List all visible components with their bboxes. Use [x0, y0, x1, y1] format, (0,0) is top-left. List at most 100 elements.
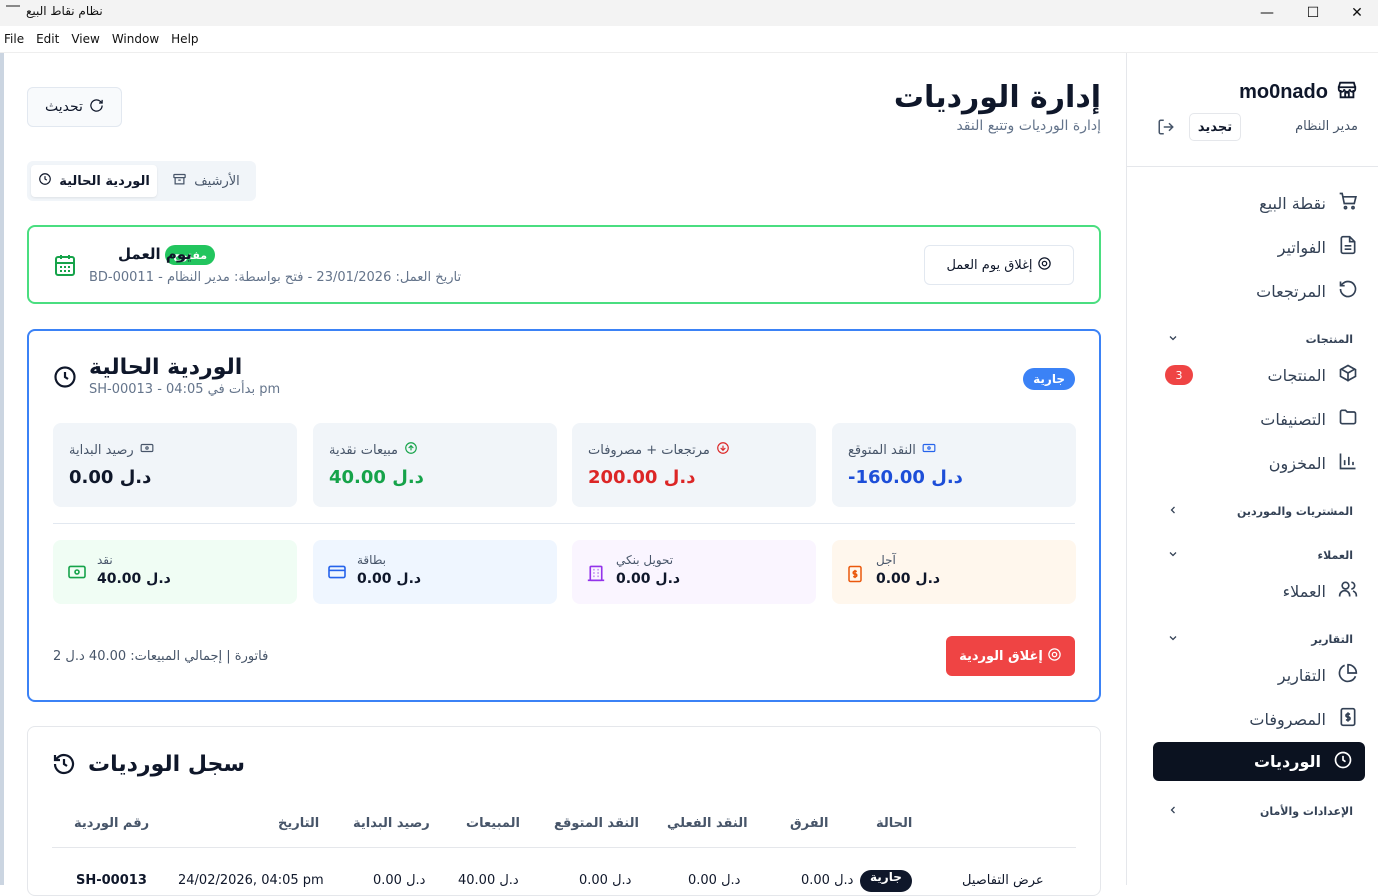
sidebar-item-pos[interactable]: نقطة البيع [1153, 185, 1358, 221]
workday-title: يوم العمل [118, 245, 192, 263]
sidebar-group-customers[interactable]: العملاء [1167, 545, 1353, 565]
sidebar-item-label: الورديات [1253, 752, 1321, 771]
dollar-icon [846, 564, 864, 588]
payment-cash: نقد 40.00 د.ل [53, 540, 297, 604]
current-shift-card: الوردية الحالية SH-00013 - بدأت في 04:05… [27, 329, 1101, 702]
sidebar-item-shifts[interactable]: الورديات [1153, 742, 1365, 781]
row-opening: 0.00 د.ل [373, 873, 426, 888]
col-actual[interactable]: النقد الفعلي [667, 816, 748, 831]
pie-chart-icon [1338, 663, 1358, 687]
col-opening[interactable]: رصيد البداية [353, 816, 430, 831]
sidebar-group-products[interactable]: المنتجات [1167, 329, 1353, 349]
shift-divider [53, 523, 1075, 524]
sidebar-group-settings[interactable]: الإعدادات والأمان [1167, 801, 1353, 821]
close-window-button[interactable]: ✕ [1334, 0, 1378, 26]
payment-deferred: آجل 0.00 د.ل [832, 540, 1076, 604]
view-details-link[interactable]: عرض التفاصيل [962, 873, 1044, 888]
sidebar-group-reports[interactable]: التقارير [1167, 629, 1353, 649]
sidebar-item-invoices[interactable]: الفواتير [1153, 229, 1358, 265]
group-label: التقارير [1311, 632, 1353, 646]
col-status[interactable]: الحالة [876, 816, 912, 831]
refresh-button[interactable]: تحديث [27, 87, 122, 127]
col-sales[interactable]: المبيعات [466, 816, 520, 831]
payment-bank-transfer: تحويل بنكي 0.00 د.ل [572, 540, 816, 604]
brand-name: mo0nado [1239, 80, 1328, 103]
renew-button[interactable]: تجديد [1189, 113, 1241, 141]
stat-value: 0.00 د.ل [69, 467, 152, 488]
arrow-up-circle-icon [404, 441, 418, 459]
logout-icon[interactable] [1157, 118, 1175, 140]
stat-label-row: مرتجعات + مصروفات [588, 441, 730, 459]
clock-icon [53, 365, 77, 393]
group-label: المنتجات [1305, 332, 1353, 346]
stat-label-row: رصيد البداية [69, 441, 154, 459]
tab-current-shift[interactable]: الوردية الحالية [31, 165, 157, 197]
payment-label: تحويل بنكي [616, 553, 674, 567]
group-label: الإعدادات والأمان [1259, 804, 1353, 818]
sidebar-item-label: المرتجعات [1256, 281, 1326, 301]
tab-label: الوردية الحالية [59, 173, 150, 189]
window-titlebar: نظام نقاط البيع — ☐ ✕ [0, 0, 1378, 26]
menu-window[interactable]: Window [112, 32, 159, 46]
tab-archive[interactable]: الأرشيف [161, 165, 251, 197]
maximize-button[interactable]: ☐ [1290, 0, 1336, 26]
stat-label: مرتجعات + مصروفات [588, 442, 710, 458]
store-icon [1336, 79, 1358, 105]
stat-returns-expenses: مرتجعات + مصروفات 200.00 د.ل [572, 423, 816, 507]
calendar-icon [53, 253, 77, 281]
payment-value: 0.00 د.ل [876, 571, 941, 587]
page-subtitle: إدارة الورديات وتتبع النقد [956, 118, 1101, 134]
stat-value: -160.00 د.ل [848, 467, 963, 488]
shift-log-title: سجل الورديات [88, 752, 245, 777]
menu-view[interactable]: View [71, 32, 99, 46]
group-label: العملاء [1317, 548, 1353, 562]
stat-cash-sales: مبيعات نقدية 40.00 د.ل [313, 423, 557, 507]
chevron-down-icon [1167, 632, 1179, 647]
user-role: مدير النظام [1295, 119, 1358, 134]
row-status-badge: جارية [860, 870, 912, 892]
credit-card-icon [327, 564, 347, 584]
sidebar-item-expenses[interactable]: المصروفات [1153, 701, 1358, 737]
close-shift-button[interactable]: إغلاق الوردية [946, 636, 1075, 676]
table-divider [52, 847, 1076, 848]
sidebar-item-categories[interactable]: التصنيفات [1153, 401, 1358, 437]
payment-label: آجل [876, 553, 896, 567]
page-title: إدارة الورديات [893, 80, 1101, 115]
cart-icon [1338, 191, 1358, 215]
shift-log-card: سجل الورديات رقم الوردية التاريخ رصيد ال… [27, 726, 1101, 896]
sidebar-item-products[interactable]: المنتجات [1153, 357, 1358, 393]
banknote-icon [922, 441, 936, 459]
col-expected[interactable]: النقد المتوقع [554, 816, 639, 831]
menu-help[interactable]: Help [171, 32, 198, 46]
file-icon [1338, 235, 1358, 259]
cash-icon [67, 564, 87, 584]
minimize-button[interactable]: — [1244, 0, 1290, 26]
col-shift-id[interactable]: رقم الوردية [74, 816, 149, 831]
row-difference: 0.00 د.ل [801, 873, 854, 888]
sidebar-item-reports[interactable]: التقارير [1153, 657, 1358, 693]
row-sales: 40.00 د.ل [458, 873, 519, 888]
window-title: نظام نقاط البيع [26, 4, 103, 18]
col-date[interactable]: التاريخ [278, 816, 319, 831]
arrow-down-circle-icon [716, 441, 730, 459]
menu-file[interactable]: File [4, 32, 24, 46]
folder-icon [1338, 407, 1358, 431]
users-icon [1338, 579, 1358, 603]
scrollbar[interactable] [0, 53, 4, 885]
sidebar-group-purchases[interactable]: المشتريات والموردين [1167, 501, 1353, 521]
brand: mo0nado [1239, 79, 1358, 105]
menu-edit[interactable]: Edit [36, 32, 59, 46]
sidebar-item-returns[interactable]: المرتجعات [1153, 273, 1358, 309]
stop-circle-icon [1037, 256, 1052, 275]
chevron-left-icon [1167, 804, 1179, 819]
col-difference[interactable]: الفرق [790, 816, 828, 831]
stat-label: رصيد البداية [69, 442, 134, 458]
close-workday-button[interactable]: إغلاق يوم العمل [924, 245, 1074, 285]
sidebar-item-label: العملاء [1282, 581, 1326, 601]
stat-label: النقد المتوقع [848, 442, 916, 458]
row-expected: 0.00 د.ل [579, 873, 632, 888]
clock-icon [1333, 750, 1353, 774]
row-actual: 0.00 د.ل [688, 873, 741, 888]
sidebar-item-customers[interactable]: العملاء [1153, 573, 1358, 609]
sidebar-item-inventory[interactable]: المخزون [1153, 445, 1358, 481]
